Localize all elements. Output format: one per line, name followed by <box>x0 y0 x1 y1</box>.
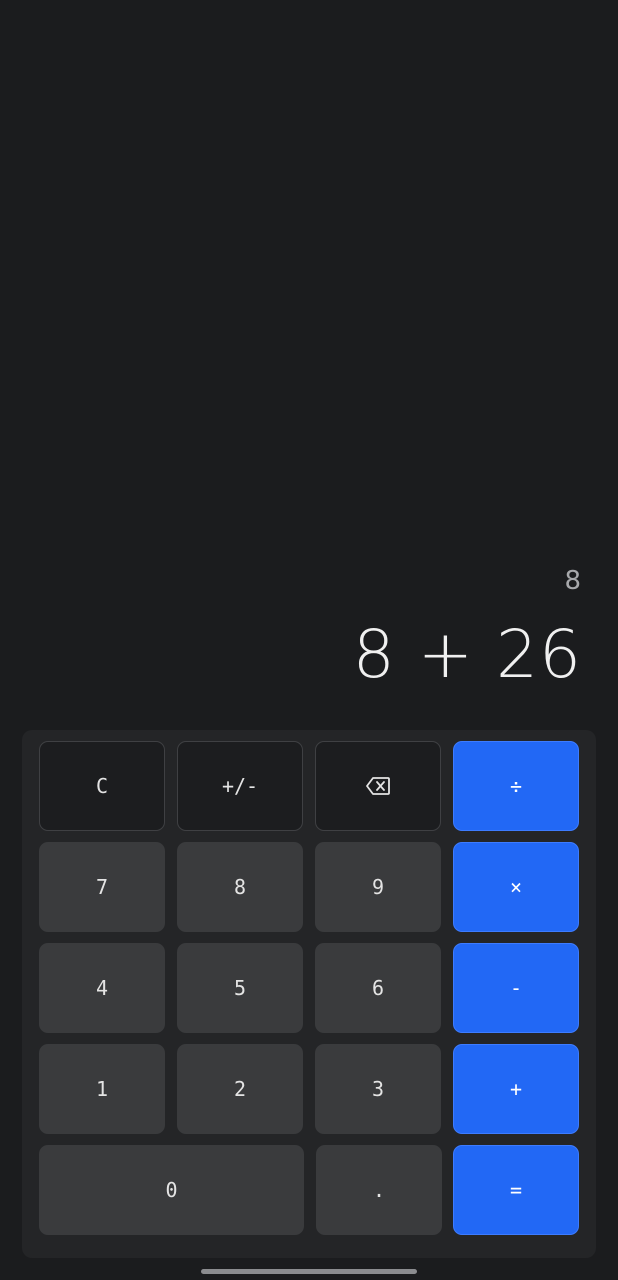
expression-text[interactable]: 8 + 26 <box>353 616 582 693</box>
calculator-display: 8 8 + 26 <box>0 0 618 730</box>
equals-button[interactable]: = <box>453 1145 579 1235</box>
decimal-button[interactable]: . <box>316 1145 442 1235</box>
clear-button[interactable]: C <box>39 741 165 831</box>
digit-8-button[interactable]: 8 <box>177 842 303 932</box>
digit-1-button[interactable]: 1 <box>39 1044 165 1134</box>
multiply-button[interactable]: × <box>453 842 579 932</box>
digit-9-button[interactable]: 9 <box>315 842 441 932</box>
subtract-button[interactable]: - <box>453 943 579 1033</box>
divide-button[interactable]: ÷ <box>453 741 579 831</box>
backspace-icon <box>366 777 390 795</box>
keypad: C +/- ÷ 7 8 9 × 4 5 6 - 1 2 3 + 0 . = <box>22 730 596 1258</box>
toggle-sign-button[interactable]: +/- <box>177 741 303 831</box>
home-indicator[interactable] <box>201 1269 417 1274</box>
digit-6-button[interactable]: 6 <box>315 943 441 1033</box>
digit-0-button[interactable]: 0 <box>39 1145 304 1235</box>
add-button[interactable]: + <box>453 1044 579 1134</box>
digit-3-button[interactable]: 3 <box>315 1044 441 1134</box>
backspace-button[interactable] <box>315 741 441 831</box>
digit-2-button[interactable]: 2 <box>177 1044 303 1134</box>
digit-4-button[interactable]: 4 <box>39 943 165 1033</box>
digit-7-button[interactable]: 7 <box>39 842 165 932</box>
digit-5-button[interactable]: 5 <box>177 943 303 1033</box>
preview-result: 8 <box>564 566 582 596</box>
